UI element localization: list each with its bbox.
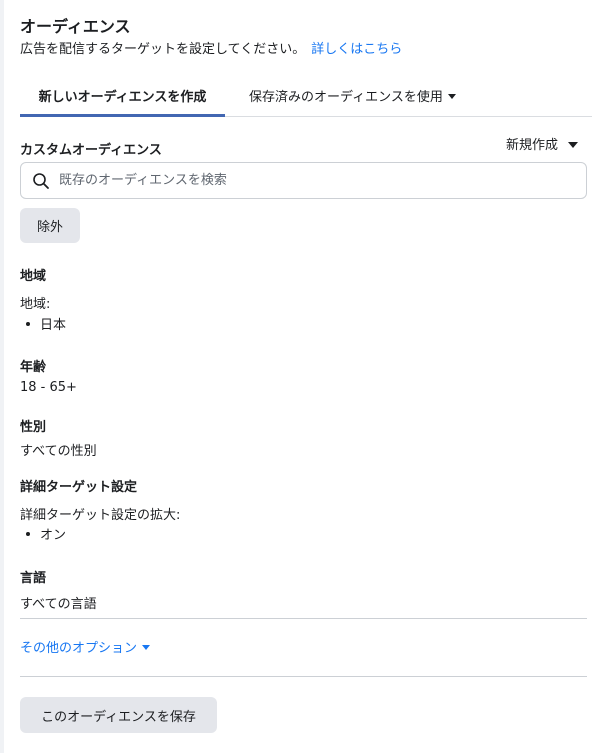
chevron-down-icon xyxy=(447,94,456,99)
page-subtitle: 広告を配信するターゲットを設定してください。 詳しくはこちら xyxy=(20,38,402,57)
audience-search-box[interactable] xyxy=(20,162,587,199)
age-value: 18 - 65+ xyxy=(20,380,77,395)
more-options-label: その他のオプション xyxy=(20,641,138,656)
gender-value: すべての性別 xyxy=(20,444,97,459)
custom-audience-label: カスタムオーディエンス xyxy=(20,143,162,158)
detailed-targeting-item: オン xyxy=(20,524,66,543)
detailed-targeting-label: 詳細ターゲット設定 xyxy=(20,480,138,495)
learn-more-link[interactable]: 詳しくはこちら xyxy=(311,42,402,57)
language-label: 言語 xyxy=(20,571,47,586)
age-label: 年齢 xyxy=(20,360,47,375)
location-label: 地域 xyxy=(20,269,47,284)
audience-tabs: 新しいオーディエンスを作成 保存済みのオーディエンスを使用 xyxy=(20,76,592,117)
tab-use-saved-audience-label: 保存済みのオーディエンスを使用 xyxy=(249,90,443,105)
save-audience-button[interactable]: このオーディエンスを保存 xyxy=(20,697,217,733)
tab-use-saved-audience[interactable]: 保存済みのオーディエンスを使用 xyxy=(249,86,456,105)
language-value: すべての言語 xyxy=(20,597,97,612)
location-sublabel: 地域: xyxy=(20,297,51,312)
exclude-button[interactable]: 除外 xyxy=(20,208,80,243)
tab-create-new-audience[interactable]: 新しいオーディエンスを作成 xyxy=(20,86,225,117)
subtitle-text: 広告を配信するターゲットを設定してください。 xyxy=(20,42,306,57)
audience-panel: オーディエンス 広告を配信するターゲットを設定してください。 詳しくはこちら 新し… xyxy=(4,0,598,753)
audience-search-input[interactable] xyxy=(59,163,579,198)
location-item: 日本 xyxy=(20,314,66,333)
divider xyxy=(20,618,587,619)
divider xyxy=(20,676,587,677)
detailed-targeting-sublabel: 詳細ターゲット設定の拡大: xyxy=(20,508,181,523)
more-options-link[interactable]: その他のオプション xyxy=(20,637,151,656)
gender-label: 性別 xyxy=(20,420,47,435)
chevron-down-icon xyxy=(142,645,151,650)
page-title: オーディエンス xyxy=(20,17,131,36)
new-create-label: 新規作成 xyxy=(505,138,558,153)
search-icon xyxy=(33,173,49,189)
chevron-down-icon xyxy=(568,141,578,148)
new-create-dropdown[interactable]: 新規作成 xyxy=(506,134,578,153)
